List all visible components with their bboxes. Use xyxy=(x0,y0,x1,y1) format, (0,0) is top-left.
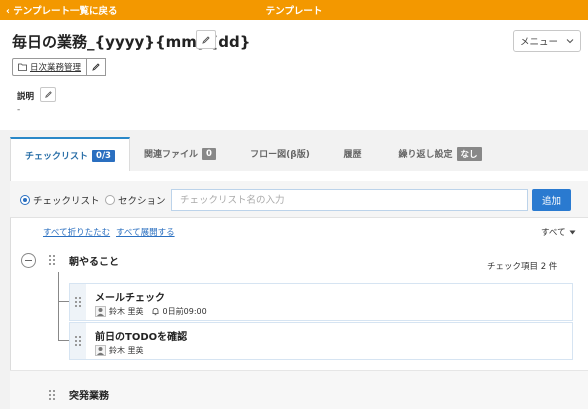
folder-label: 日次業務管理 xyxy=(30,63,82,73)
expand-all-link[interactable]: すべて展開する xyxy=(116,226,175,238)
section-item-count: チェック項目 2 件 xyxy=(487,262,558,272)
description-value: - xyxy=(17,105,21,115)
pencil-icon xyxy=(92,63,100,71)
description-label: 説明 xyxy=(17,92,35,102)
item-name: 前日のTODOを確認 xyxy=(95,332,188,343)
radio-section-label: セクション xyxy=(118,196,166,207)
top-bar: ‹ テンプレート一覧に戻る テンプレート xyxy=(0,0,588,20)
item-assignee: 鈴木 里英 xyxy=(109,346,144,355)
collapse-all-link[interactable]: すべて折りたたむ xyxy=(43,226,110,238)
avatar xyxy=(95,345,106,356)
tab-checklist[interactable]: チェックリスト 0/3 xyxy=(10,137,130,172)
radio-section[interactable]: セクション xyxy=(105,193,166,207)
filter-value: すべて xyxy=(541,228,566,238)
add-button[interactable]: 追加 xyxy=(532,189,571,211)
avatar xyxy=(95,306,106,317)
bell-icon xyxy=(152,308,159,316)
edit-folder-button[interactable] xyxy=(87,58,106,76)
menu-button-label: メニュー xyxy=(519,37,558,48)
tab-label: 繰り返し設定 xyxy=(398,150,453,160)
tab-label: 履歴 xyxy=(343,150,362,160)
pencil-icon xyxy=(44,91,52,98)
drag-handle-icon xyxy=(75,336,81,346)
files-count-badge: 0 xyxy=(202,147,216,160)
tab-label: チェックリスト xyxy=(25,152,89,162)
item-drag-handle[interactable] xyxy=(70,323,86,359)
drag-handle-icon[interactable] xyxy=(49,255,55,265)
radio-checklist-label: チェックリスト xyxy=(33,196,100,207)
drag-handle-icon[interactable] xyxy=(49,390,55,400)
tab-label: フロー図(β版) xyxy=(250,150,310,160)
tab-flow-diagram[interactable]: フロー図(β版) xyxy=(230,137,330,170)
folder-icon xyxy=(18,63,27,71)
item-deadline: 0日前09:00 xyxy=(162,307,207,316)
chevron-down-icon xyxy=(566,39,574,44)
tab-repeat-settings[interactable]: 繰り返し設定 なし xyxy=(385,137,495,170)
section-title: 突発業務 xyxy=(69,391,109,402)
checklist-progress-badge: 0/3 xyxy=(92,149,115,162)
checklist-name-input[interactable] xyxy=(171,189,528,211)
item-drag-handle[interactable] xyxy=(70,284,86,320)
radio-unselected-icon xyxy=(105,195,115,205)
filter-dropdown[interactable]: すべて xyxy=(541,226,576,238)
item-name: メールチェック xyxy=(95,293,165,304)
pencil-icon xyxy=(202,35,210,44)
tab-history[interactable]: 履歴 xyxy=(320,137,385,170)
checklist-item[interactable]: メールチェック 鈴木 里英 0日前09:00 xyxy=(69,283,573,321)
radio-selected-icon xyxy=(20,195,30,205)
item-assignee: 鈴木 里英 xyxy=(109,307,144,316)
tab-label: 関連ファイル xyxy=(144,150,199,160)
drag-handle-icon xyxy=(75,297,81,307)
repeat-status-badge: なし xyxy=(456,146,482,161)
folder-link[interactable]: 日次業務管理 xyxy=(12,58,87,76)
section-title: 朝やること xyxy=(69,257,119,268)
edit-description-button[interactable] xyxy=(40,87,56,102)
topbar-title: テンプレート xyxy=(265,6,323,17)
menu-button[interactable]: メニュー xyxy=(513,30,581,52)
checklist-item[interactable]: 前日のTODOを確認 鈴木 里英 xyxy=(69,322,573,360)
radio-checklist[interactable]: チェックリスト xyxy=(20,193,100,207)
edit-title-button[interactable] xyxy=(196,30,216,49)
tab-related-files[interactable]: 関連ファイル 0 xyxy=(130,137,230,170)
caret-down-icon xyxy=(569,230,576,234)
collapse-section-icon[interactable] xyxy=(21,253,36,268)
